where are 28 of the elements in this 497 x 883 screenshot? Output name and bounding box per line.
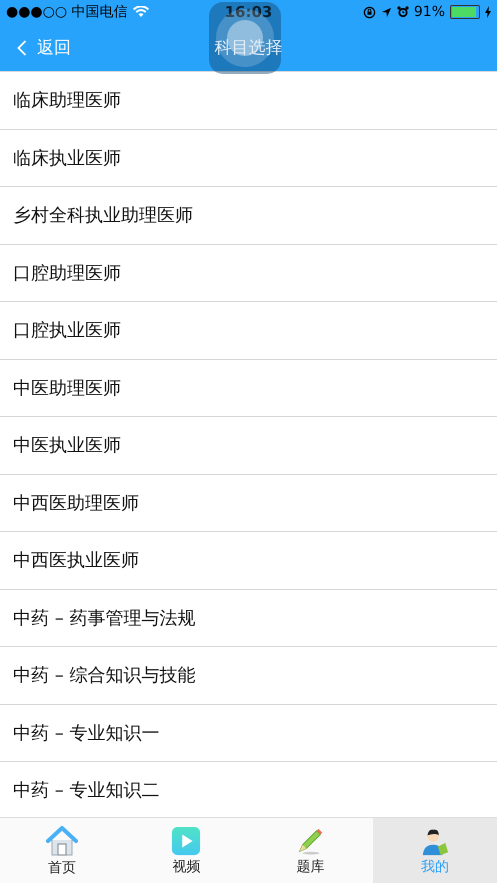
alarm-clock-icon xyxy=(396,6,409,18)
rotation-lock-icon xyxy=(362,6,376,18)
subject-list-item[interactable]: 口腔助理医师 xyxy=(0,244,497,302)
chevron-left-icon xyxy=(17,40,27,56)
subject-list-item[interactable]: 中药 – 药事管理与法规 xyxy=(0,590,497,647)
clock-text: 16:03 xyxy=(224,3,274,21)
assistive-touch-button[interactable] xyxy=(209,2,281,74)
carrier-text: ●●●○○ 中国电信 xyxy=(6,3,128,21)
subject-list-item[interactable]: 中西医助理医师 xyxy=(0,474,497,532)
subject-list-item[interactable]: 临床执业医师 xyxy=(0,130,497,187)
battery-percent-text: 91% xyxy=(414,4,445,20)
subject-list-item[interactable]: 中西医执业医师 xyxy=(0,532,497,590)
wifi-icon xyxy=(132,6,149,18)
battery-icon xyxy=(450,5,480,19)
subject-list-item[interactable]: 中药 – 专业知识一 xyxy=(0,704,497,762)
subject-list-item[interactable]: 口腔执业医师 xyxy=(0,302,497,360)
subject-list-item[interactable]: 中医助理医师 xyxy=(0,360,497,417)
subject-list-item[interactable]: 中药 – 综合知识与技能 xyxy=(0,647,497,704)
tab-bar-item[interactable]: 题库 xyxy=(248,818,373,883)
subject-list-item[interactable]: 中医执业医师 xyxy=(0,417,497,474)
house-icon xyxy=(46,824,78,856)
subject-list-item[interactable]: 乡村全科执业助理医师 xyxy=(0,187,497,244)
charging-bolt-icon xyxy=(485,6,491,18)
tab-bar-item[interactable]: 首页 xyxy=(0,818,124,883)
subject-list-item[interactable]: 临床助理医师 xyxy=(0,72,497,130)
tab-bar-item[interactable]: 视频 xyxy=(124,818,248,883)
play-icon xyxy=(171,826,202,856)
location-arrow-icon xyxy=(380,6,392,18)
